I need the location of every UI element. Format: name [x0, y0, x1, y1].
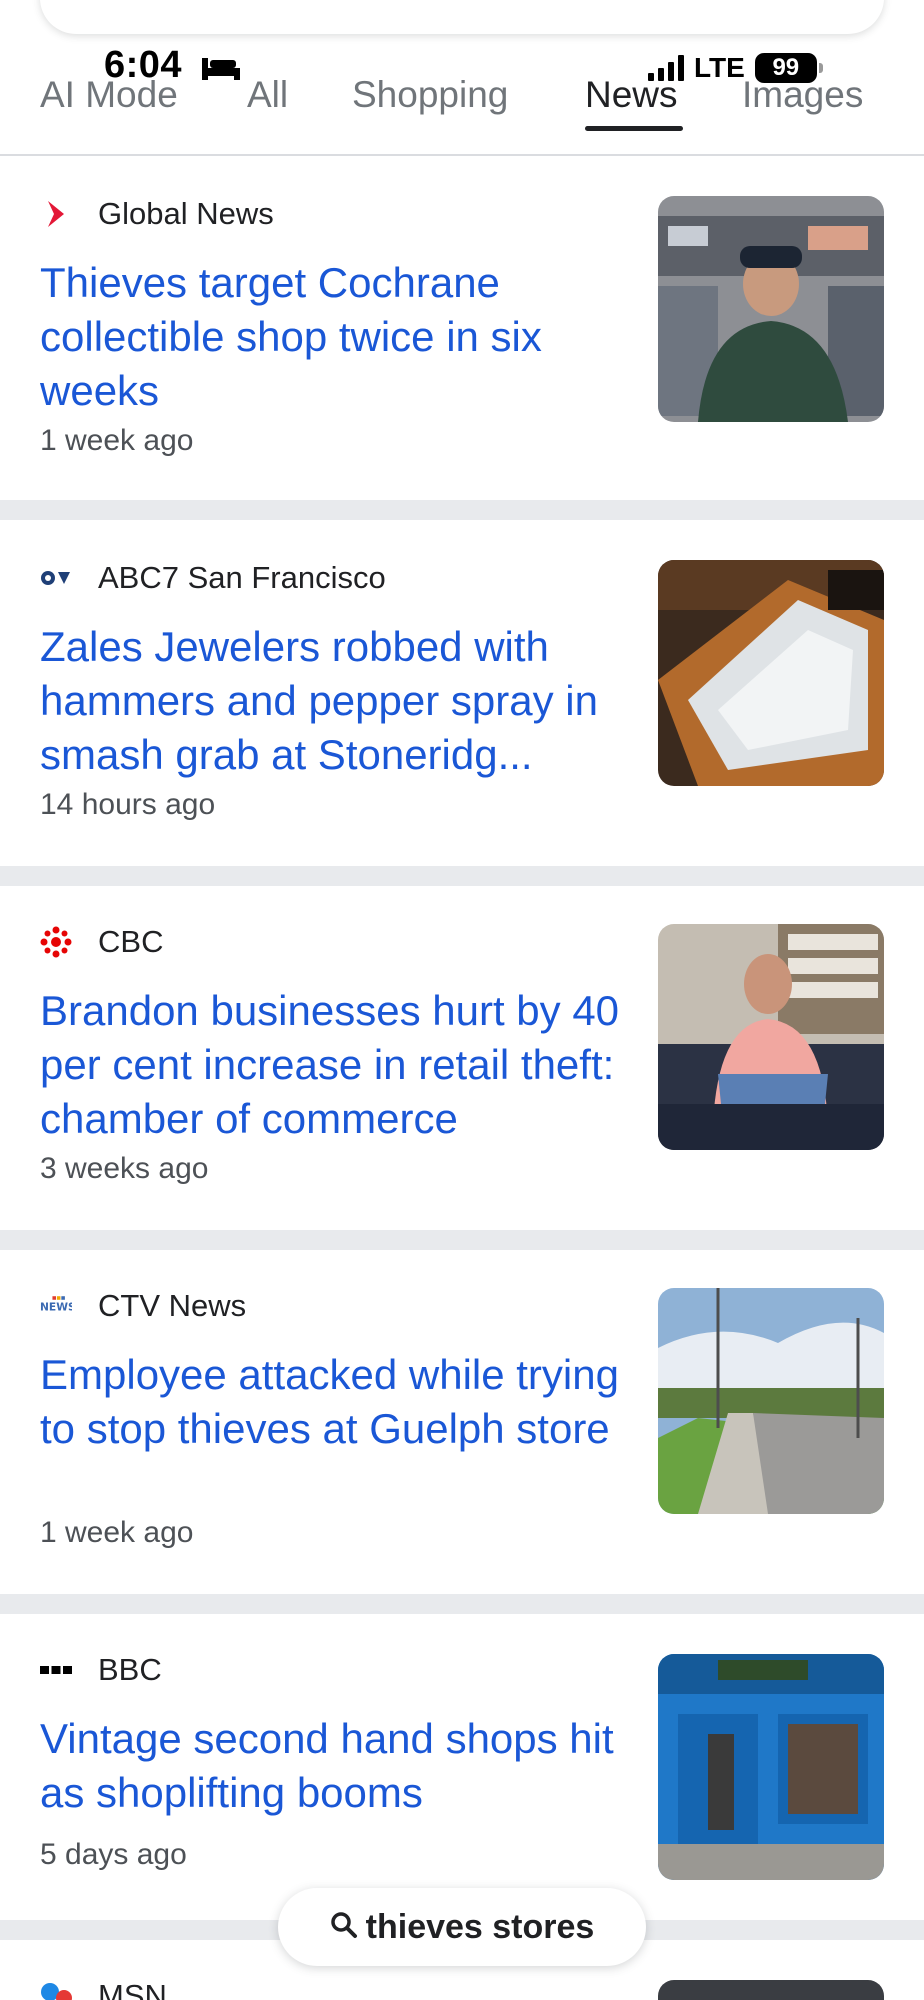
global-news-logo-icon [40, 198, 72, 230]
article-separator [0, 1230, 924, 1250]
article-separator [0, 500, 924, 520]
source-name: CTV News [98, 1288, 247, 1323]
article-separator [0, 866, 924, 886]
article-age: 1 week ago [40, 1516, 194, 1549]
cellular-signal-icon [648, 55, 684, 81]
tab-shopping[interactable]: Shopping [352, 74, 508, 116]
article-headline[interactable]: Vintage second hand shops hit as shoplif… [40, 1712, 630, 1820]
article-headline[interactable]: Zales Jewelers robbed with hammers and p… [40, 620, 630, 782]
sleep-focus-icon [200, 54, 242, 87]
article-thumbnail[interactable] [658, 1654, 884, 1880]
source-name: ABC7 San Francisco [98, 560, 386, 595]
search-box[interactable] [40, 0, 884, 34]
news-article[interactable]: NEWS CTV News Employee attacked while tr… [0, 1250, 924, 1594]
article-source: MSN [40, 1978, 167, 2000]
search-query: thieves stores [365, 1907, 595, 1946]
status-indicators: LTE 99 [648, 52, 823, 84]
article-source: CBC [40, 924, 163, 960]
network-type: LTE [694, 52, 745, 83]
article-headline[interactable]: Thieves target Cochrane collectible shop… [40, 256, 630, 418]
article-source: BBC [40, 1652, 162, 1688]
article-headline[interactable]: Brandon businesses hurt by 40 per cent i… [40, 984, 640, 1146]
article-age: 14 hours ago [40, 788, 216, 821]
article-thumbnail[interactable] [658, 560, 884, 786]
battery-level: 99 [772, 54, 800, 81]
article-age: 1 week ago [40, 424, 194, 457]
news-article[interactable]: Global News Thieves target Cochrane coll… [0, 158, 924, 500]
msn-logo-icon [40, 1980, 72, 2000]
news-article[interactable]: BBC Vintage second hand shops hit as sho… [0, 1614, 924, 1920]
article-thumbnail[interactable] [658, 1980, 884, 2000]
cbc-logo-icon [40, 926, 72, 958]
abc7-logo-icon [40, 562, 72, 594]
article-separator [0, 1594, 924, 1614]
article-source: Global News [40, 196, 274, 232]
search-icon [330, 1911, 358, 1944]
article-age: 3 weeks ago [40, 1152, 209, 1185]
active-tab-indicator [585, 126, 683, 131]
article-source: ABC7 San Francisco [40, 560, 386, 596]
bbc-logo-icon [40, 1654, 72, 1686]
article-source: NEWS CTV News [40, 1288, 246, 1324]
article-thumbnail[interactable] [658, 924, 884, 1150]
battery-icon: 99 [754, 53, 823, 83]
tab-all[interactable]: All [247, 74, 288, 116]
news-article[interactable]: ABC7 San Francisco Zales Jewelers robbed… [0, 520, 924, 866]
source-name: Global News [98, 196, 274, 231]
article-headline[interactable]: Employee attacked while trying to stop t… [40, 1348, 630, 1456]
news-article[interactable]: CBC Brandon businesses hurt by 40 per ce… [0, 886, 924, 1230]
status-time: 6:04 [104, 44, 183, 86]
source-name: BBC [98, 1652, 162, 1687]
article-thumbnail[interactable] [658, 1288, 884, 1514]
article-age: 5 days ago [40, 1838, 187, 1871]
floating-search-pill[interactable]: thieves stores [278, 1888, 646, 1966]
source-name: CBC [98, 924, 164, 959]
article-thumbnail[interactable] [658, 196, 884, 422]
svg-text:NEWS: NEWS [40, 1300, 72, 1313]
source-name: MSN [98, 1978, 167, 2000]
ctv-news-logo-icon: NEWS [40, 1290, 72, 1322]
